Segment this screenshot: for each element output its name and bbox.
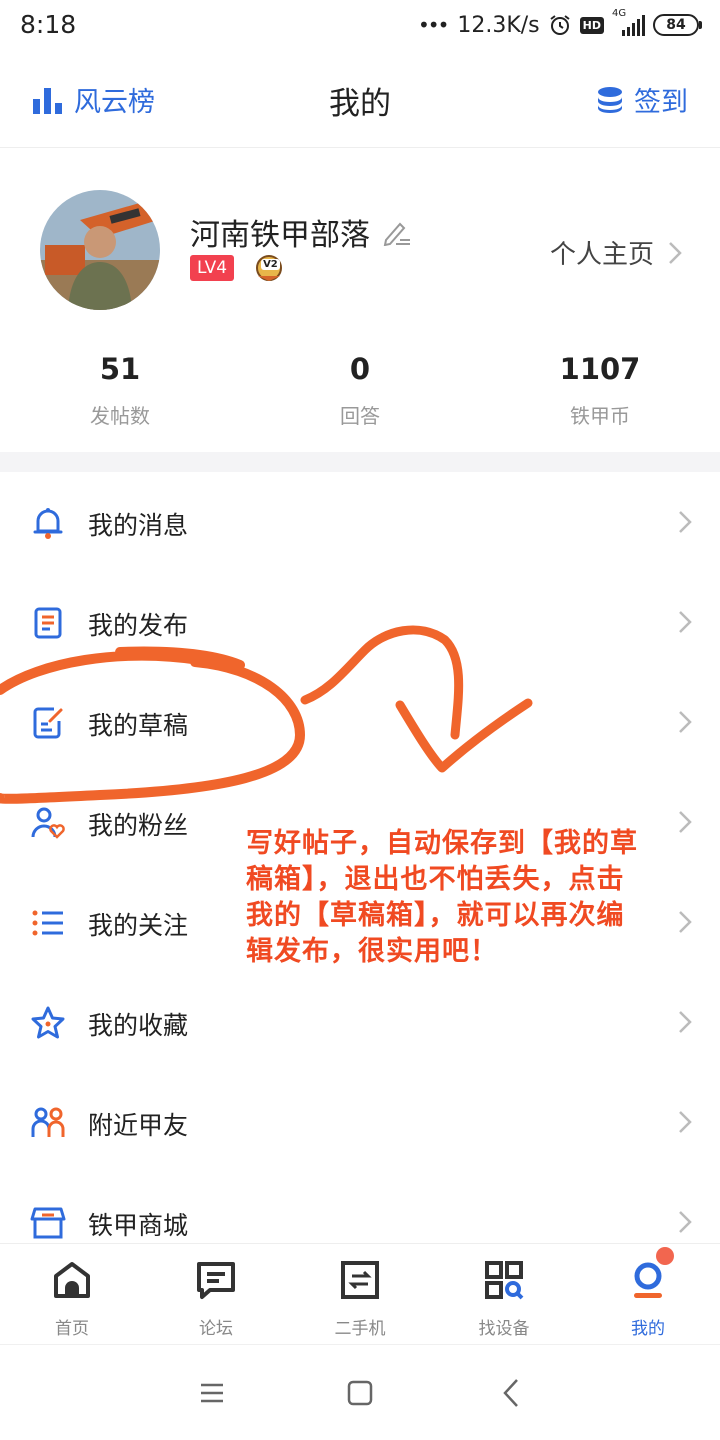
user-heart-icon bbox=[31, 807, 65, 839]
menu-label: 铁甲商城 bbox=[88, 1211, 189, 1240]
people-icon bbox=[31, 1107, 65, 1137]
shop-icon bbox=[30, 1207, 66, 1239]
menu-label: 我的粉丝 bbox=[88, 811, 189, 840]
more-dots-icon: ••• bbox=[417, 13, 449, 37]
chevron-right-icon bbox=[679, 611, 692, 633]
home-icon bbox=[54, 1262, 90, 1298]
checkin-label: 签到 bbox=[634, 87, 688, 118]
chevron-right-icon bbox=[679, 1211, 692, 1233]
username-row: 河南铁甲部落 bbox=[190, 210, 412, 254]
chevron-right-icon bbox=[679, 1111, 692, 1133]
bottom-tab-bar: 首页 论坛 二手机 找设备 我的 bbox=[0, 1243, 720, 1343]
signal-type: 4G bbox=[612, 8, 627, 19]
stat-coins[interactable]: 1107 铁甲币 bbox=[480, 352, 720, 429]
notification-dot bbox=[656, 1247, 674, 1265]
stat-label: 回答 bbox=[340, 404, 380, 428]
menu-label: 我的关注 bbox=[88, 911, 189, 940]
star-icon bbox=[31, 1006, 65, 1039]
status-time: 8:18 bbox=[20, 10, 77, 39]
menu-label: 我的消息 bbox=[88, 511, 189, 540]
stat-value: 1107 bbox=[559, 352, 641, 386]
menu-label: 我的草稿 bbox=[88, 711, 189, 740]
stat-value: 0 bbox=[349, 352, 371, 386]
annotation-note: 写好帖子，自动保存到【我的草 稿箱】，退出也不怕丢失，点击 我的【草稿箱】，就可… bbox=[246, 826, 686, 970]
battery-level: 84 bbox=[653, 14, 699, 36]
homepage-label: 个人主页 bbox=[549, 240, 654, 270]
note-line: 辑发布，很实用吧！ bbox=[246, 936, 498, 967]
signal-icon: 4G bbox=[612, 8, 645, 36]
tab-label: 我的 bbox=[631, 1319, 665, 1339]
screen: 8:18 ••• 12.3K/s HD 4G 84 风云榜 我的 签到 河南铁甲… bbox=[0, 0, 720, 1440]
edit-pencil-icon[interactable] bbox=[382, 218, 412, 246]
menu-label: 我的发布 bbox=[88, 611, 189, 640]
home-nav-icon[interactable] bbox=[340, 1375, 380, 1411]
list-icon bbox=[32, 910, 63, 936]
stat-label: 发帖数 bbox=[90, 404, 150, 428]
coins-stack-icon bbox=[598, 86, 622, 113]
badges: LV4 V2 bbox=[190, 254, 284, 282]
username: 河南铁甲部落 bbox=[190, 218, 370, 253]
stats-row: 51 发帖数 0 回答 1107 铁甲币 bbox=[0, 352, 720, 429]
menu-item-favorites[interactable]: 我的收藏 bbox=[0, 972, 720, 1072]
menu-label: 附近甲友 bbox=[88, 1111, 189, 1140]
checkin-button[interactable]: 签到 bbox=[596, 80, 688, 119]
medal-text: V2 bbox=[261, 259, 280, 270]
note-line: 我的【草稿箱】，就可以再次编 bbox=[246, 900, 625, 931]
profile-icon bbox=[634, 1262, 662, 1298]
battery-icon: 84 bbox=[653, 14, 702, 36]
avatar[interactable] bbox=[40, 190, 160, 310]
tab-label: 论坛 bbox=[199, 1319, 233, 1339]
stat-posts[interactable]: 51 发帖数 bbox=[0, 352, 240, 429]
menu-icon[interactable] bbox=[192, 1375, 232, 1411]
personal-homepage-link[interactable]: 个人主页 bbox=[550, 234, 682, 271]
menu-item-posts[interactable]: 我的发布 bbox=[0, 572, 720, 672]
tab-used-machines[interactable]: 二手机 bbox=[288, 1244, 432, 1344]
tab-label: 找设备 bbox=[478, 1319, 530, 1339]
hd-icon: HD bbox=[579, 16, 604, 34]
status-bar: 8:18 ••• 12.3K/s HD 4G 84 bbox=[0, 0, 720, 50]
tab-home[interactable]: 首页 bbox=[0, 1244, 144, 1344]
tab-find-equipment[interactable]: 找设备 bbox=[432, 1244, 576, 1344]
menu-item-nearby[interactable]: 附近甲友 bbox=[0, 1072, 720, 1172]
system-nav-bar bbox=[0, 1344, 720, 1440]
note-line: 写好帖子，自动保存到【我的草 bbox=[246, 828, 638, 859]
status-icons: ••• 12.3K/s HD 4G 84 bbox=[417, 8, 702, 40]
chevron-right-icon bbox=[669, 241, 682, 264]
menu-label: 我的收藏 bbox=[88, 1011, 189, 1040]
back-icon[interactable] bbox=[492, 1375, 532, 1411]
app-header: 风云榜 我的 签到 bbox=[0, 50, 720, 148]
stat-value: 51 bbox=[99, 352, 141, 386]
chevron-right-icon bbox=[679, 1011, 692, 1033]
bell-icon bbox=[33, 508, 63, 539]
tab-label: 首页 bbox=[55, 1319, 89, 1339]
chevron-right-icon bbox=[679, 711, 692, 733]
medal-icon: V2 bbox=[254, 254, 284, 282]
stat-answers[interactable]: 0 回答 bbox=[240, 352, 480, 429]
document-icon bbox=[34, 607, 62, 639]
chat-icon bbox=[197, 1262, 235, 1299]
alarm-icon bbox=[550, 15, 570, 35]
tab-mine[interactable]: 我的 bbox=[576, 1244, 720, 1344]
note-line: 稿箱】，退出也不怕丢失，点击 bbox=[246, 864, 625, 895]
avatar-photo bbox=[40, 190, 160, 310]
edit-draft-icon bbox=[33, 707, 63, 739]
tab-forum[interactable]: 论坛 bbox=[144, 1244, 288, 1344]
network-speed: 12.3K/s bbox=[457, 12, 540, 38]
machine-icon bbox=[341, 1261, 379, 1299]
chevron-right-icon bbox=[679, 511, 692, 533]
menu-item-messages[interactable]: 我的消息 bbox=[0, 472, 720, 572]
tab-label: 二手机 bbox=[334, 1319, 386, 1339]
menu-item-drafts[interactable]: 我的草稿 bbox=[0, 672, 720, 772]
scan-icon bbox=[485, 1261, 524, 1300]
level-badge: LV4 bbox=[190, 255, 235, 281]
section-divider bbox=[0, 452, 720, 472]
stat-label: 铁甲币 bbox=[570, 404, 630, 428]
